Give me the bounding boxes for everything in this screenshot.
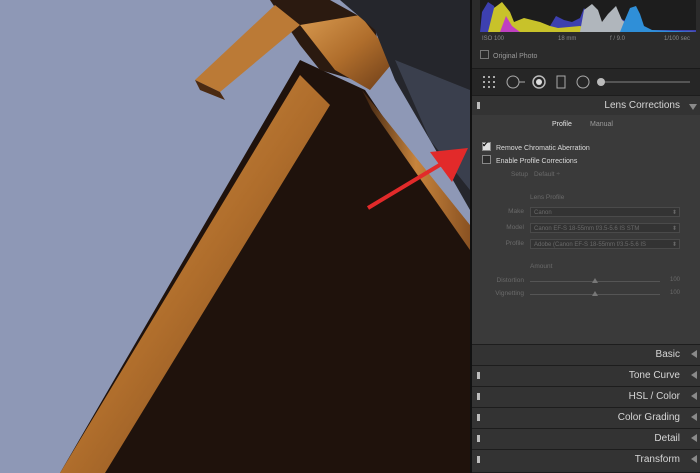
hsl-color-panel-header[interactable]: HSL / Color (472, 386, 700, 408)
profile-value: Adobe (Canon EF-S 18-55mm f/3.5-5.6 IS (534, 242, 647, 248)
histogram-graph (480, 2, 696, 32)
make-dropdown[interactable]: Canon ⬍ (530, 207, 680, 217)
original-photo-label: Original Photo (493, 53, 538, 60)
graduated-filter-icon[interactable] (556, 75, 566, 89)
panel-toggle-icon[interactable] (477, 102, 480, 109)
transform-panel-header[interactable]: Transform (472, 449, 700, 473)
remove-ca-label: Remove Chromatic Aberration (496, 145, 590, 152)
tone-curve-panel-header[interactable]: Tone Curve (472, 365, 700, 387)
basic-title: Basic (655, 349, 680, 360)
amount-heading: Amount (530, 263, 553, 270)
lens-corrections-header[interactable]: Lens Corrections (472, 95, 700, 117)
panel-toggle-icon[interactable] (477, 435, 480, 442)
lens-corrections-tabs: Profile Manual (472, 119, 700, 133)
panel-toggle-icon[interactable] (477, 414, 480, 421)
enable-profile-row[interactable]: Enable Profile Corrections (482, 155, 577, 165)
basic-panel-header[interactable]: Basic (472, 344, 700, 366)
detail-panel-header[interactable]: Detail (472, 428, 700, 450)
collapse-triangle-icon[interactable] (691, 455, 697, 463)
dropdown-arrow-icon: ⬍ (671, 242, 677, 248)
dropdown-arrow-icon: ⬍ (671, 226, 677, 232)
brush-size-slider[interactable] (597, 78, 690, 86)
setup-label: Setup (511, 171, 528, 178)
iso-text: ISO 100 (482, 36, 505, 42)
collapse-triangle-icon[interactable] (691, 413, 697, 421)
tab-profile[interactable]: Profile (552, 121, 572, 128)
remove-ca-row[interactable]: Remove Chromatic Aberration (482, 140, 590, 152)
tab-manual[interactable]: Manual (590, 121, 613, 128)
color-grading-panel-header[interactable]: Color Grading (472, 407, 700, 429)
photo-preview[interactable] (0, 0, 470, 473)
collapse-triangle-icon[interactable] (691, 434, 697, 442)
camera-info-bar: ISO 100 18 mm f / 9.0 1/100 sec (480, 33, 696, 47)
vignetting-slider[interactable] (530, 291, 660, 296)
distortion-value: 100 (670, 277, 681, 283)
lens-profile-heading: Lens Profile (530, 194, 565, 201)
develop-right-panel: ISO 100 18 mm f / 9.0 1/100 sec Original… (470, 0, 700, 473)
profile-dropdown[interactable]: Adobe (Canon EF-S 18-55mm f/3.5-5.6 IS ⬍ (530, 239, 680, 249)
detail-title: Detail (654, 433, 680, 444)
collapse-triangle-icon[interactable] (691, 392, 697, 400)
distortion-slider[interactable] (530, 278, 660, 283)
brush-size-handle[interactable] (597, 78, 605, 86)
distortion-label: Distortion (496, 277, 524, 284)
shutter-speed-text: 1/100 sec (664, 36, 691, 42)
setup-dropdown[interactable]: Default ÷ (534, 171, 560, 178)
red-arrow-icon (366, 148, 468, 210)
model-value: Canon EF-S 18-55mm f/3.5-5.6 IS STM (534, 226, 640, 232)
original-photo-checkbox[interactable] (480, 50, 489, 59)
model-dropdown[interactable]: Canon EF-S 18-55mm f/3.5-5.6 IS STM ⬍ (530, 223, 680, 233)
tool-strip (472, 68, 700, 96)
enable-profile-checkbox[interactable] (482, 155, 491, 164)
vignetting-handle[interactable] (592, 291, 598, 296)
expand-triangle-icon[interactable] (689, 104, 697, 110)
model-label: Model (506, 224, 524, 231)
hsl-color-title: HSL / Color (628, 391, 680, 402)
photo-image (0, 0, 470, 473)
red-eye-icon[interactable] (532, 75, 546, 89)
remove-ca-checkbox[interactable] (482, 140, 491, 151)
enable-profile-label: Enable Profile Corrections (496, 158, 578, 165)
dropdown-arrow-icon: ⬍ (671, 210, 677, 216)
vignetting-value: 100 (670, 290, 681, 296)
make-value: Canon (534, 210, 552, 216)
lens-corrections-title: Lens Corrections (604, 100, 680, 111)
panel-toggle-icon[interactable] (477, 372, 480, 379)
original-photo-toggle[interactable]: Original Photo (480, 50, 537, 64)
collapse-triangle-icon[interactable] (691, 371, 697, 379)
profile-label: Profile (505, 240, 524, 247)
lens-corrections-body: Profile Manual Remove Chromatic Aberrati… (472, 115, 700, 345)
panel-toggle-icon[interactable] (477, 393, 480, 400)
spot-removal-icon[interactable] (506, 75, 526, 89)
color-grading-title: Color Grading (617, 412, 680, 423)
collapse-triangle-icon[interactable] (691, 350, 697, 358)
focal-length-text: 18 mm (558, 36, 577, 42)
transform-title: Transform (634, 454, 680, 465)
distortion-handle[interactable] (592, 278, 598, 283)
make-label: Make (508, 208, 524, 215)
panel-toggle-icon[interactable] (477, 456, 480, 463)
crop-grid-icon[interactable] (482, 75, 496, 89)
radial-filter-icon[interactable] (576, 75, 590, 89)
histogram[interactable] (480, 0, 696, 32)
vignetting-label: Vignetting (495, 290, 524, 297)
aperture-text: f / 9.0 (610, 36, 626, 42)
tone-curve-title: Tone Curve (628, 370, 680, 381)
